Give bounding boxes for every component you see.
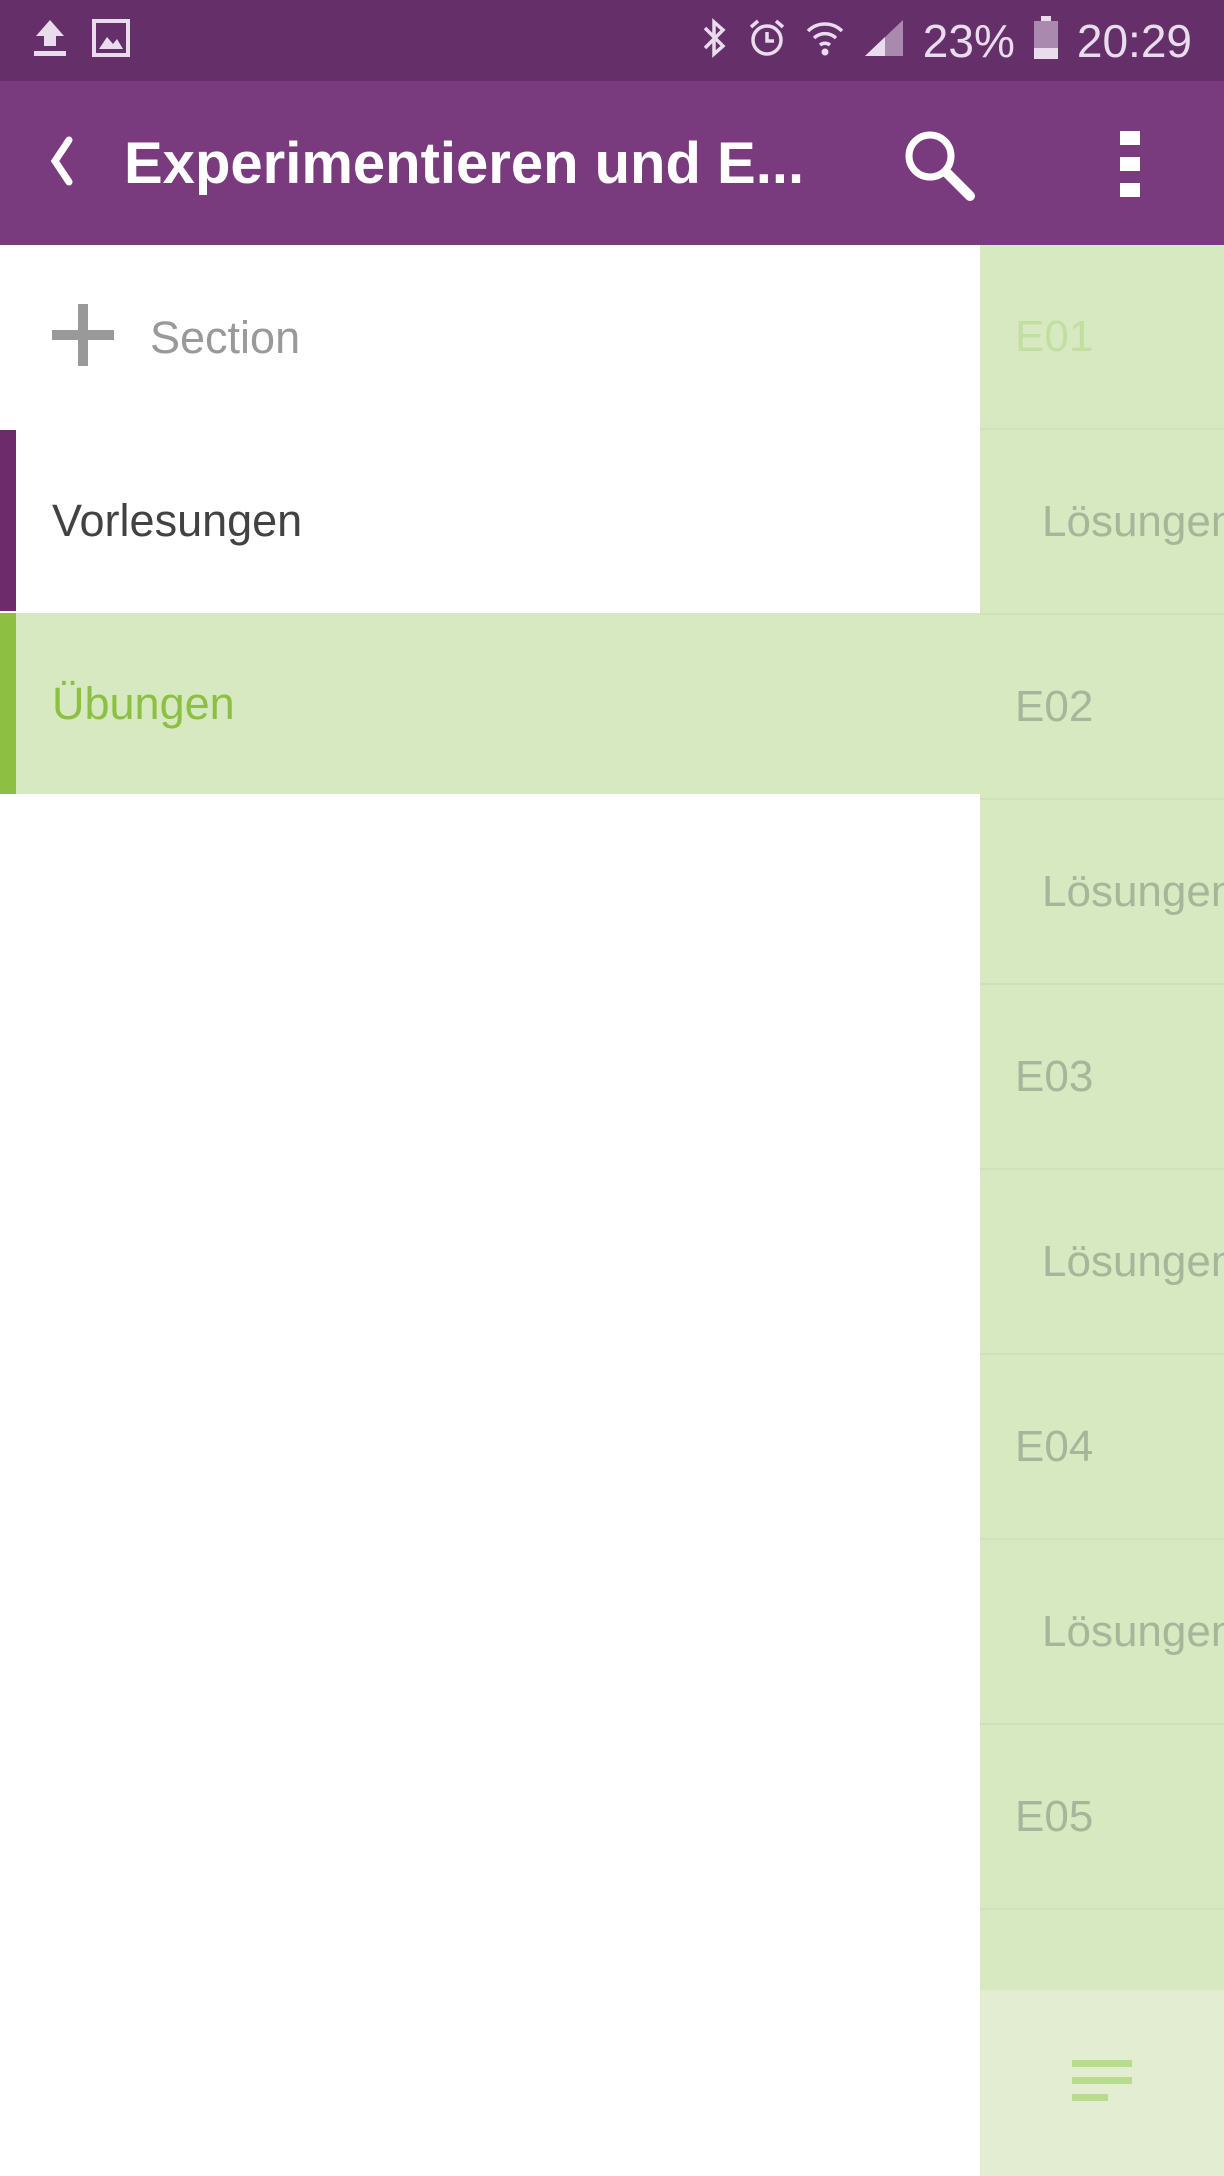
back-button[interactable] [0,81,124,245]
section-item-uebungen[interactable]: Übungen [0,613,980,794]
page-label: E05 [1015,1791,1094,1841]
page-item[interactable]: Lösungen [980,1170,1224,1355]
status-bar-left [32,18,154,63]
page-label: E04 [1015,1421,1094,1471]
page-item[interactable]: E05 [980,1725,1224,1910]
upload-icon [32,18,68,63]
page-item[interactable]: E03 [980,985,1224,1170]
page-item[interactable]: E02 [980,615,1224,800]
page-label: Lösungen [1042,1236,1224,1286]
plus-icon [50,302,116,373]
status-bar: 23% 20:29 [0,0,1224,81]
pages-pane: E01 Lösungen E02 Lösungen E03 Lösungen E… [980,245,1224,2176]
page-item[interactable]: E01 [980,245,1224,430]
page-label: Lösungen [1042,866,1224,916]
page-label: E01 [1015,311,1094,361]
page-label: E03 [1015,1051,1094,1101]
section-color-bar [0,430,16,611]
page-item[interactable]: Lösungen [980,1540,1224,1725]
page-label: Lösungen [1042,1606,1224,1656]
sections-pane: Section Vorlesungen Übungen [0,245,980,2176]
back-chevron-icon [49,136,75,191]
pages-menu-button[interactable] [980,1990,1224,2176]
page-item[interactable]: Lösungen [980,800,1224,985]
page-item[interactable]: Lösungen [980,430,1224,615]
section-item-label: Vorlesungen [52,494,303,546]
section-item-label: Übungen [52,677,235,729]
page-label: E02 [1015,681,1094,731]
hamburger-menu-icon [1072,2058,1132,2109]
add-section-label: Section [150,311,301,363]
search-button[interactable] [888,121,988,211]
alarm-icon [747,17,787,64]
more-vert-icon [1119,129,1141,204]
section-item-vorlesungen[interactable]: Vorlesungen [0,430,980,611]
section-color-bar [0,613,16,794]
image-icon [92,19,130,62]
status-bar-right: 23% 20:29 [683,14,1192,68]
clock: 20:29 [1076,14,1192,67]
signal-icon [863,18,905,63]
battery-percent: 23% [922,14,1015,67]
wifi-icon [805,17,845,64]
app-bar: Experimentieren und E... [0,81,1224,245]
bluetooth-icon [701,18,729,63]
notebook-title: Experimentieren und E... [124,130,805,196]
page-item[interactable]: E04 [980,1355,1224,1540]
more-options-button[interactable] [1100,121,1160,211]
page-label: Lösungen [1042,496,1224,546]
search-icon [900,126,976,207]
battery-icon [1033,16,1059,65]
add-section-button[interactable]: Section [0,245,980,430]
